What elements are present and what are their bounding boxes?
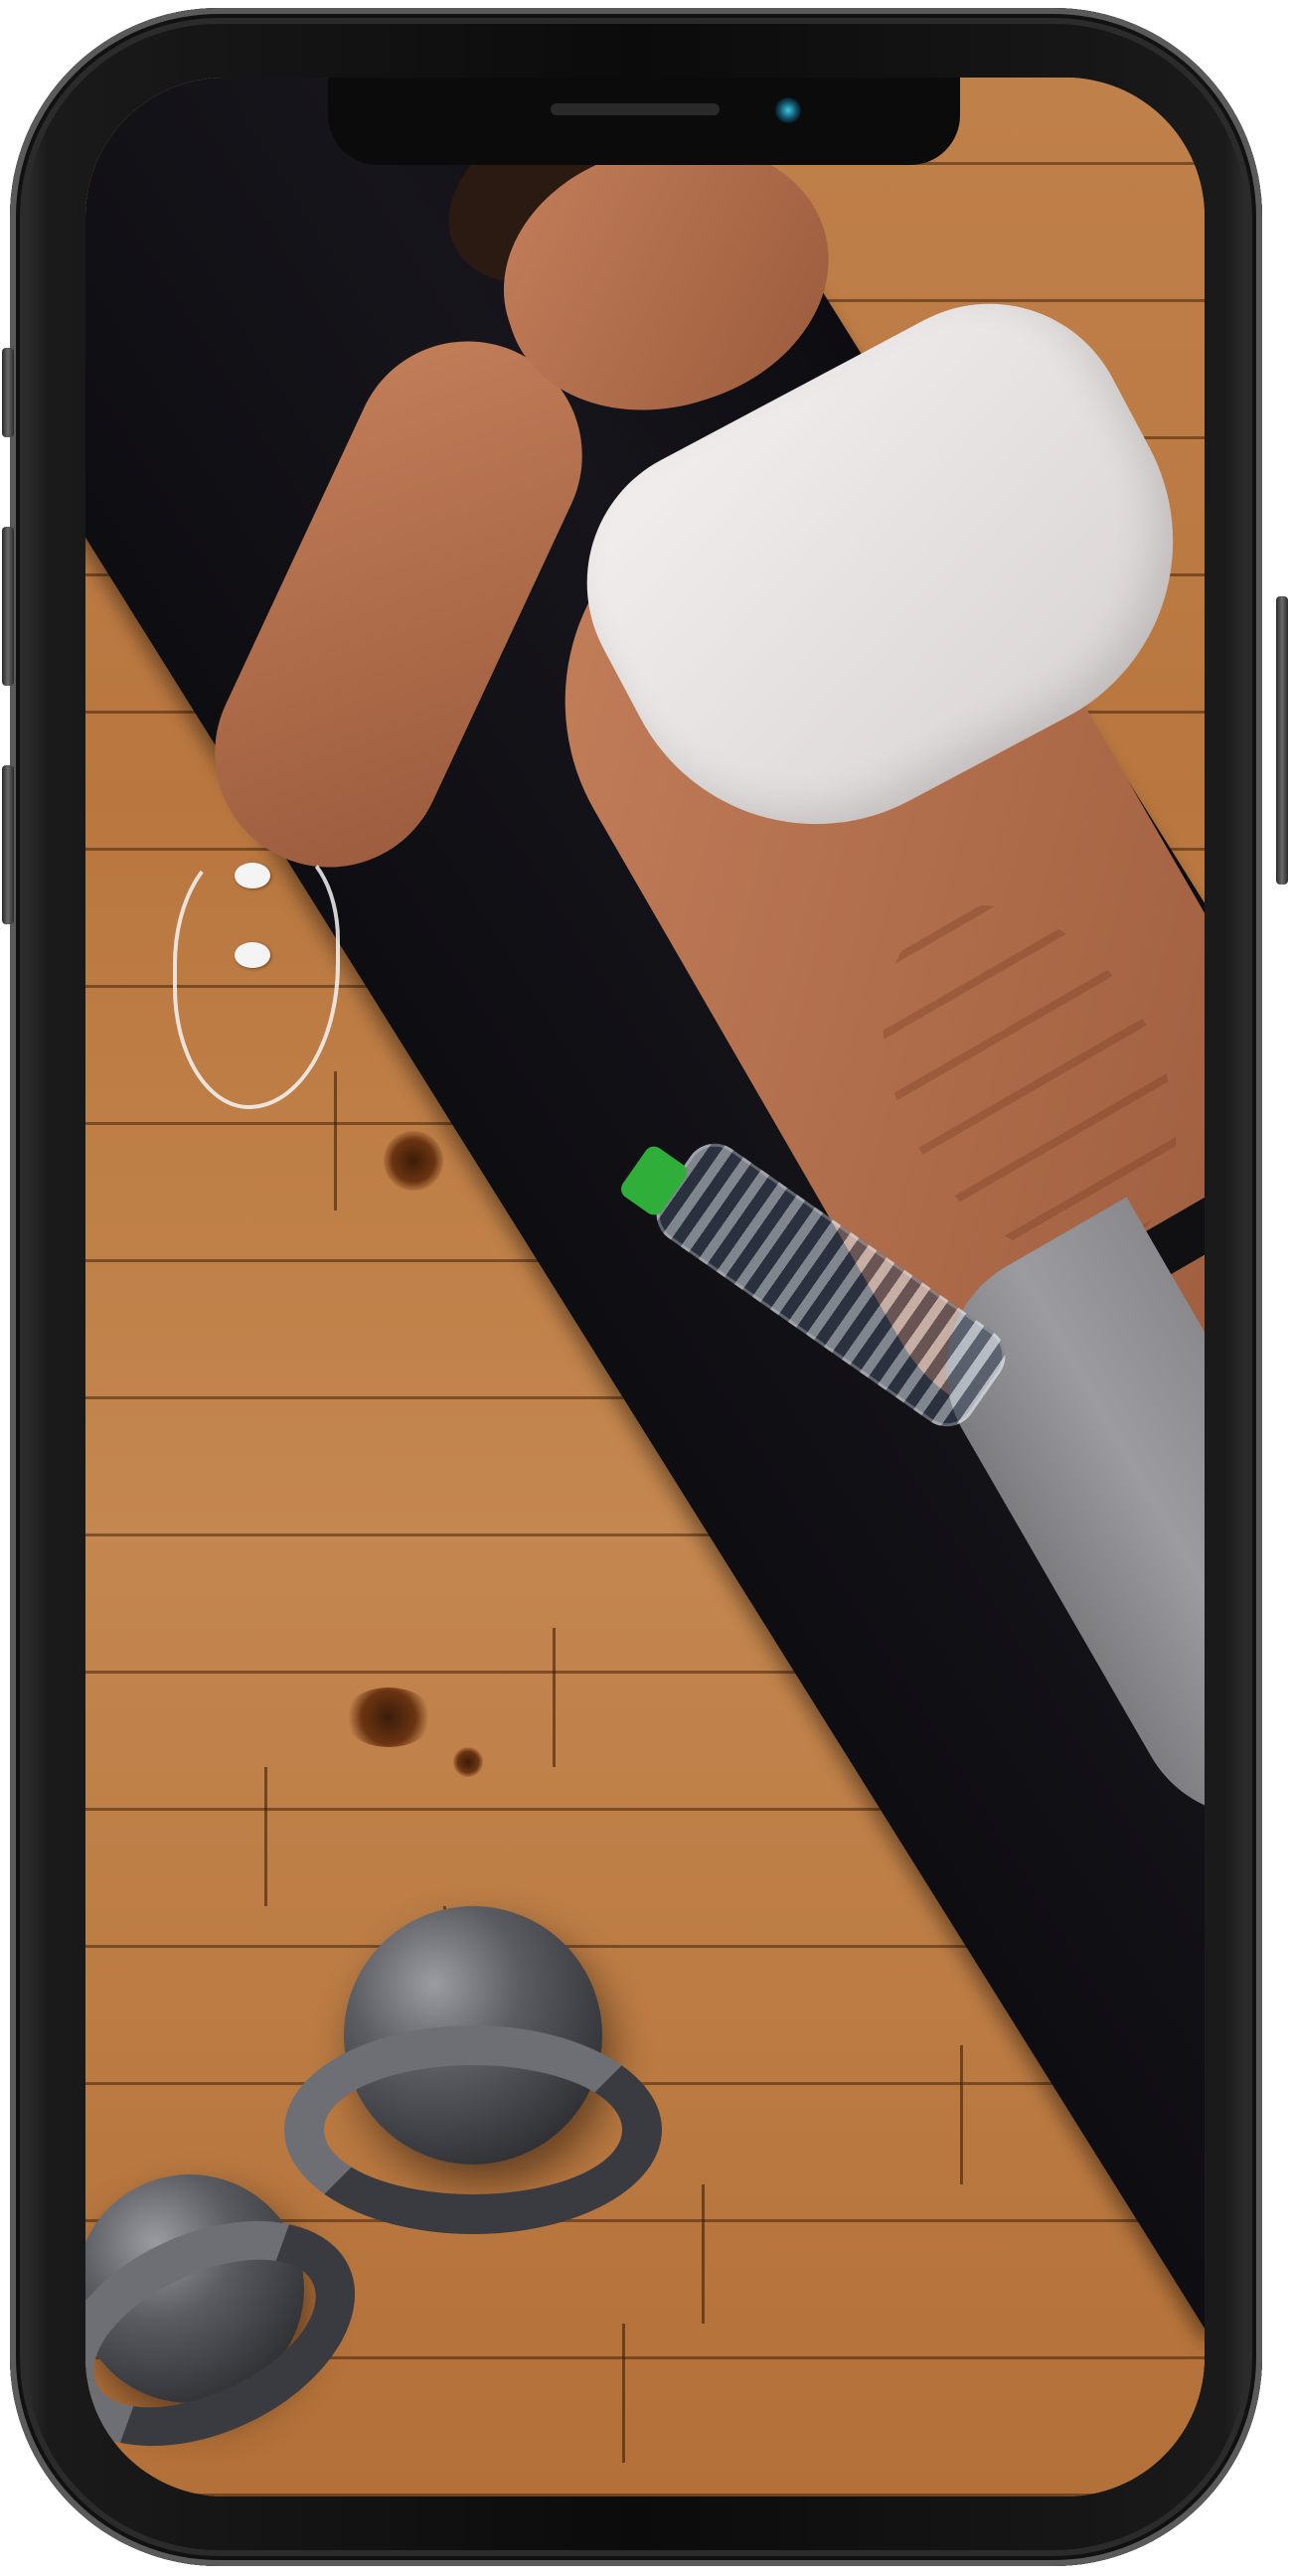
power-button <box>1276 596 1288 885</box>
phone-screen <box>85 78 1205 2496</box>
notch <box>328 78 960 165</box>
device-mockup <box>0 0 1290 2576</box>
arm <box>177 303 620 905</box>
kettlebell-handle <box>284 2025 662 2234</box>
silent-switch <box>2 348 14 437</box>
earbud-left <box>235 863 270 888</box>
earbud-right <box>235 942 270 968</box>
speaker-icon <box>551 103 720 115</box>
volume-up-button <box>2 527 14 686</box>
volume-down-button <box>2 765 14 924</box>
camera-icon <box>775 97 801 123</box>
